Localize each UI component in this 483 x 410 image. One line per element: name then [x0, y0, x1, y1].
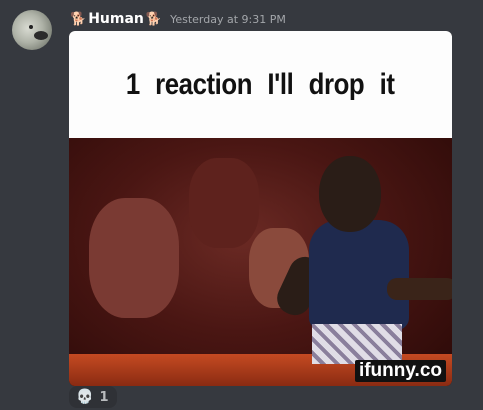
username-text[interactable]: Human	[88, 11, 144, 27]
avatar-eye	[29, 25, 33, 29]
meme-caption: 1 reaction I'll drop it	[126, 67, 395, 101]
background-shape	[89, 198, 179, 318]
dog-icon: 🐕	[145, 11, 163, 27]
skull-icon: 💀	[76, 389, 94, 405]
ifunny-watermark: ifunny.co	[354, 360, 446, 382]
reaction-skull[interactable]: 💀 1	[69, 386, 118, 408]
message-timestamp[interactable]: Yesterday at 9:31 PM	[170, 13, 286, 26]
user-avatar[interactable]	[12, 10, 52, 50]
child-head	[319, 156, 381, 232]
child-shorts	[312, 324, 402, 364]
child-shirt	[309, 220, 409, 330]
avatar-nose	[34, 31, 48, 40]
message-header: 🐕 Human 🐕 Yesterday at 9:31 PM	[70, 9, 286, 29]
background-shape	[189, 158, 259, 248]
meme-image-attachment[interactable]: 1 reaction I'll drop it ifunny.co	[69, 31, 452, 386]
reaction-count: 1	[99, 389, 109, 405]
username[interactable]: 🐕 Human 🐕	[70, 11, 162, 27]
meme-photo: ifunny.co	[69, 138, 452, 386]
meme-caption-area: 1 reaction I'll drop it	[69, 31, 452, 138]
dog-icon: 🐕	[70, 11, 87, 27]
adult-hand	[387, 278, 452, 300]
